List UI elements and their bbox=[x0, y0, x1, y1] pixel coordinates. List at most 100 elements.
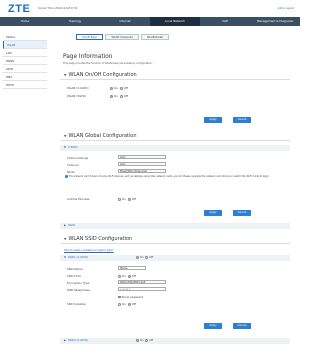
global-section: ▼ WLAN Global Configuration bbox=[60, 132, 290, 141]
subtabs: WLAN Basic WLAN Advanced WLAN Radar bbox=[76, 34, 170, 40]
radio-on-icon[interactable] bbox=[118, 274, 121, 278]
wlan5-radio[interactable]: On Off bbox=[110, 94, 128, 98]
radio-on-icon[interactable] bbox=[118, 197, 121, 201]
sidebar-item-wlan[interactable]: WLAN bbox=[3, 41, 47, 49]
global-title: WLAN Global Configuration bbox=[68, 133, 137, 139]
onoff-apply-button[interactable]: Apply bbox=[204, 117, 222, 123]
nav-home[interactable]: Home bbox=[0, 17, 50, 26]
ssid-name-input[interactable]: Plpme bbox=[118, 266, 146, 270]
global-cancel-button[interactable]: Cancel bbox=[233, 210, 251, 216]
radio-off-label: Off bbox=[149, 339, 154, 342]
info-icon bbox=[65, 175, 68, 178]
wlan24-label: WLAN (2.4GHz) bbox=[67, 86, 89, 90]
ssid1-toggle[interactable]: On Off bbox=[136, 255, 153, 261]
collapse-icon: ▼ bbox=[64, 237, 67, 241]
ssid2-sub[interactable]: ▶ SSID2 (2.4GHz) On Off bbox=[60, 338, 290, 344]
radio-off-icon[interactable] bbox=[127, 197, 131, 201]
onoff-section: ▼ WLAN On/Off Configuration bbox=[60, 71, 290, 80]
global-sub-24ghz[interactable]: ▼ 2.4GHz bbox=[60, 145, 290, 151]
radio-on-label: On bbox=[122, 197, 126, 201]
main-nav: Home Topology Internet Local Network VoI… bbox=[0, 17, 300, 26]
ssid-apply-button[interactable]: Apply bbox=[204, 323, 222, 329]
global-sub-5ghz[interactable]: ▶ 5GHz bbox=[60, 223, 290, 229]
current-time: Current Time: 2020-12-02T17:00 bbox=[38, 7, 78, 10]
radio-off-icon[interactable] bbox=[127, 274, 131, 278]
ssid-cancel-button[interactable]: Cancel bbox=[233, 323, 251, 329]
sub-label: 5GHz bbox=[68, 224, 75, 227]
channel-select[interactable]: Auto bbox=[118, 162, 166, 166]
radio-on-icon[interactable] bbox=[136, 338, 139, 342]
airtime-label: Airtime Fairness bbox=[67, 197, 90, 201]
radio-off-icon[interactable] bbox=[119, 86, 123, 90]
radio-off-label: Off bbox=[131, 302, 136, 306]
sub-label: 2.4GHz bbox=[68, 146, 78, 149]
sidebar-item-dns[interactable]: DNS bbox=[3, 73, 47, 81]
note-text: The network card drivers of some Wi-Fi d… bbox=[68, 175, 270, 178]
tab-wlan-radar[interactable]: WLAN Radar bbox=[140, 34, 170, 40]
passphrase-input[interactable]: ••••••• bbox=[118, 287, 166, 291]
radio-on-icon[interactable] bbox=[110, 86, 113, 90]
show-password[interactable]: Show password bbox=[118, 295, 143, 299]
nav-voip[interactable]: VoIP bbox=[200, 17, 250, 26]
channel-range-select[interactable]: Auto bbox=[118, 155, 166, 159]
radio-off-label: Off bbox=[131, 197, 136, 201]
ssid-hide-radio[interactable]: On Off bbox=[118, 274, 136, 278]
sidebar-item-upnp[interactable]: UPnP bbox=[3, 65, 47, 73]
isolation-label: SSID Isolation bbox=[67, 302, 87, 306]
main-content: WLAN Basic WLAN Advanced WLAN Radar Page… bbox=[55, 30, 295, 349]
onoff-cancel-button[interactable]: Cancel bbox=[233, 117, 251, 123]
collapse-icon: ▼ bbox=[64, 134, 67, 138]
sidebar-item-status[interactable]: Status bbox=[3, 33, 47, 41]
radio-on-icon[interactable] bbox=[136, 255, 139, 259]
ssid-section: ▼ WLAN SSID Configuration bbox=[60, 235, 290, 244]
encryption-label: Encryption Type bbox=[67, 281, 90, 285]
ssid-hide-label: SSID Hide bbox=[67, 274, 81, 278]
onoff-header[interactable]: ▼ WLAN On/Off Configuration bbox=[60, 71, 290, 79]
page-description: This page provides the function of WLAN … bbox=[63, 62, 153, 65]
encryption-help-link[interactable]: How to select a suitable encryption type… bbox=[64, 249, 114, 252]
radio-on-label: On bbox=[122, 274, 126, 278]
radio-off-icon[interactable] bbox=[145, 255, 149, 259]
radio-on-label: On bbox=[114, 94, 118, 98]
mode-select[interactable]: Mixed(802.11b/g/n/ax) bbox=[118, 169, 166, 173]
nav-management[interactable]: Management & Diagnosis bbox=[250, 17, 300, 26]
radio-off-icon[interactable] bbox=[127, 302, 131, 306]
global-apply-button[interactable]: Apply bbox=[204, 210, 222, 216]
sub-label: SSID1 (2.4GHz) bbox=[68, 256, 89, 259]
tab-wlan-basic[interactable]: WLAN Basic bbox=[76, 34, 104, 40]
airtime-radio[interactable]: On Off bbox=[118, 197, 136, 201]
radio-on-icon[interactable] bbox=[118, 302, 121, 306]
nav-local-network[interactable]: Local Network bbox=[150, 17, 200, 26]
radio-off-icon[interactable] bbox=[119, 94, 123, 98]
radio-on-label: On bbox=[140, 256, 144, 259]
global-header[interactable]: ▼ WLAN Global Configuration bbox=[60, 132, 290, 140]
encryption-select[interactable]: WPA2-PSK/WPA3-SAE bbox=[118, 280, 166, 284]
radio-on-label: On bbox=[140, 339, 144, 342]
radio-off-label: Off bbox=[131, 274, 136, 278]
sidebar-item-dhcp[interactable]: DHCP bbox=[3, 81, 47, 89]
ssid2-toggle[interactable]: On Off bbox=[136, 338, 153, 344]
sidebar-item-ddns[interactable]: DDNS bbox=[3, 57, 47, 65]
zte-logo: ZTE bbox=[8, 3, 31, 15]
radio-off-label: Off bbox=[123, 86, 128, 90]
nav-topology[interactable]: Topology bbox=[50, 17, 100, 26]
onoff-title: WLAN On/Off Configuration bbox=[68, 72, 137, 78]
isolation-radio[interactable]: On Off bbox=[118, 302, 136, 306]
mode-note: The network card drivers of some Wi-Fi d… bbox=[65, 175, 280, 178]
nav-internet[interactable]: Internet bbox=[100, 17, 150, 26]
channel-range-label: Channel Range bbox=[67, 156, 89, 160]
expand-icon: ▼ bbox=[64, 256, 66, 259]
tab-wlan-advanced[interactable]: WLAN Advanced bbox=[105, 34, 139, 40]
user-links[interactable]: admin Logout bbox=[278, 7, 294, 10]
show-password-label: Show password bbox=[121, 295, 144, 299]
passphrase-label: WPA Passphrase bbox=[67, 288, 90, 292]
radio-on-icon[interactable] bbox=[110, 94, 113, 98]
expand-icon: ▼ bbox=[64, 146, 66, 149]
ssid-header[interactable]: ▼ WLAN SSID Configuration bbox=[60, 235, 290, 243]
wlan24-radio[interactable]: On Off bbox=[110, 86, 128, 90]
sidebar-item-lan[interactable]: LAN bbox=[3, 49, 47, 57]
ssid1-sub[interactable]: ▼ SSID1 (2.4GHz) On Off bbox=[60, 255, 290, 261]
header: ZTE Current Time: 2020-12-02T17:00 admin… bbox=[0, 0, 300, 17]
radio-off-icon[interactable] bbox=[145, 338, 149, 342]
checkbox-icon[interactable] bbox=[118, 295, 121, 299]
